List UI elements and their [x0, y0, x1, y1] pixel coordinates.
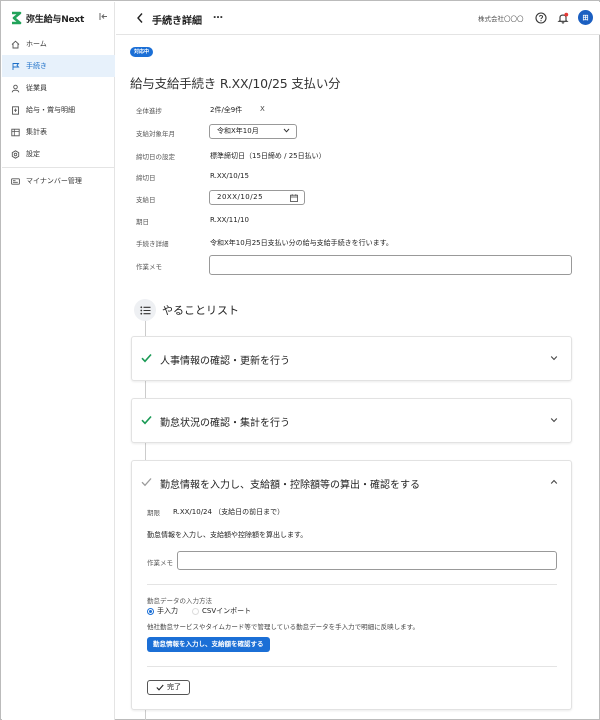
avatar[interactable]: 田 [578, 10, 593, 25]
todo-card-expanded: 勤怠情報を入力し、支給額・控除額等の算出・確認をする 期限 R.XX/10/24… [131, 460, 572, 710]
calendar-icon[interactable] [290, 194, 298, 202]
person-icon [10, 83, 20, 93]
closing-setting-label: 締切日の設定 [136, 153, 175, 161]
target-month-value: 令和X年10月 [217, 127, 259, 135]
total-progress-label: 全体進捗 [136, 107, 162, 115]
closing-date-value: R.XX/10/15 [210, 172, 249, 180]
due-date-label: 期日 [136, 218, 149, 226]
sidebar-item-employees[interactable]: 従業員 [2, 77, 115, 99]
sidebar-item-reports[interactable]: 集計表 [2, 121, 115, 143]
brand-logo-icon [12, 11, 22, 25]
target-month-label: 支給対象年月 [136, 130, 175, 138]
todo-heading: やることリスト [162, 304, 239, 317]
sidebar-item-settings[interactable]: 設定 [2, 143, 115, 165]
closing-date-label: 締切日 [136, 174, 156, 182]
work-memo-input[interactable] [209, 255, 572, 275]
sidebar-item-label: 集計表 [26, 128, 47, 136]
todo-card[interactable]: 勤怠状況の確認・集計を行う [131, 398, 572, 443]
radio-manual[interactable] [147, 607, 154, 615]
due-date-value: R.XX/11/10 [210, 216, 249, 224]
sidebar-item-label: 給与・賞与明細 [26, 106, 75, 114]
todo-card-title: 人事情報の確認・更新を行う [160, 356, 290, 367]
todo-card-header[interactable]: 勤怠情報を入力し、支給額・控除額等の算出・確認をする [132, 461, 571, 505]
pay-date-label: 支給日 [136, 196, 156, 204]
sidebar-item-home[interactable]: ホーム [2, 33, 115, 55]
target-month-select[interactable]: 令和X年10月 [209, 124, 297, 139]
task-memo-input[interactable] [177, 551, 557, 570]
radio-manual-label[interactable]: 手入力 [157, 606, 178, 616]
main-content: 対応中 給与支給手続き R.XX/10/25 支払い分 全体進捗 2件/全9件 … [116, 36, 600, 720]
check-icon [141, 478, 152, 487]
brand[interactable]: 弥生給与Next [10, 10, 84, 26]
help-icon[interactable] [534, 11, 548, 25]
deadline-value: R.XX/10/24 （支給日の前日まで） [173, 508, 285, 516]
sidebar-item-label: 手続き [26, 62, 47, 70]
top-header: 手続き詳細 … 株式会社〇〇〇 田 [116, 2, 600, 35]
chevron-left-icon [137, 13, 143, 23]
app-window: 弥生給与Next ホーム 手続き 従業員 給与・賞与明細 集計表 設定 マイナン… [0, 0, 600, 720]
sidebar-item-label: 従業員 [26, 84, 47, 92]
input-note: 他社勤怠サービスやタイムカード等で管理している勤怠データを手入力で明細に反映しま… [147, 623, 420, 631]
todo-card-header[interactable]: 勤怠状況の確認・集計を行う [132, 399, 571, 443]
page-title: 手続き詳細 [152, 16, 202, 27]
table-icon [10, 127, 20, 137]
id-card-icon [10, 176, 20, 186]
sidebar: 弥生給与Next ホーム 手続き 従業員 給与・賞与明細 集計表 設定 マイナン… [2, 2, 115, 720]
back-button[interactable] [134, 11, 146, 25]
chevron-down-icon [283, 125, 290, 138]
check-icon [141, 353, 152, 363]
panel-collapse-icon[interactable] [98, 12, 108, 22]
status-badge: 対応中 [130, 47, 154, 57]
todo-card[interactable]: 人事情報の確認・更新を行う [131, 336, 572, 381]
sidebar-item-mynumber[interactable]: マイナンバー管理 [2, 170, 115, 192]
pay-date-input[interactable]: 20XX/10/25 [209, 190, 305, 205]
procedure-detail-value: 令和X年10月25日支払い分の給与支給手続きを行います。 [210, 239, 393, 247]
chevron-up-icon[interactable] [550, 478, 558, 486]
closing-setting-value: 標準締切日（15日締め / 25日払い） [210, 152, 326, 160]
sidebar-divider [2, 167, 115, 168]
sidebar-item-label: マイナンバー管理 [26, 177, 82, 185]
radio-csv[interactable] [192, 607, 199, 615]
list-icon [134, 299, 156, 321]
task-memo-label: 作業メモ [147, 559, 173, 567]
more-menu-button[interactable]: … [213, 10, 224, 21]
chevron-down-icon[interactable] [550, 416, 558, 424]
progress-extra: X [260, 105, 265, 113]
input-method-radio-group: 手入力 CSVインポート [147, 606, 251, 616]
procedure-title: 給与支給手続き R.XX/10/25 支払い分 [130, 76, 341, 91]
radio-csv-label[interactable]: CSVインポート [202, 606, 251, 616]
home-icon [10, 39, 20, 49]
divider [147, 666, 557, 667]
sidebar-item-procedures[interactable]: 手続き [2, 55, 115, 77]
flag-icon [10, 61, 20, 71]
sidebar-item-label: 設定 [26, 150, 40, 158]
todo-card-title: 勤怠状況の確認・集計を行う [160, 418, 290, 429]
check-icon [141, 415, 152, 425]
todo-card-header[interactable]: 人事情報の確認・更新を行う [132, 337, 571, 381]
divider [147, 584, 557, 585]
deadline-label: 期限 [147, 509, 160, 517]
task-description: 勤怠情報を入力し、支給額や控除額を算出します。 [147, 531, 308, 539]
gear-icon [10, 149, 20, 159]
procedure-detail-label: 手続き詳細 [136, 240, 169, 248]
brand-name: 弥生給与Next [26, 14, 85, 25]
sidebar-nav: ホーム 手続き 従業員 給与・賞与明細 集計表 設定 マイナンバー管理 [2, 33, 115, 192]
bell-icon[interactable] [556, 11, 570, 25]
sidebar-item-label: ホーム [26, 40, 47, 48]
document-icon [10, 105, 20, 115]
complete-button-label: 完了 [167, 683, 181, 691]
company-name[interactable]: 株式会社〇〇〇 [478, 13, 524, 23]
enter-attendance-button[interactable]: 勤怠情報を入力し、支給額を確認する [147, 637, 270, 652]
complete-button[interactable]: 完了 [147, 680, 190, 695]
check-icon [156, 684, 164, 691]
total-progress-value: 2件/全9件 [210, 106, 243, 114]
sidebar-item-payslips[interactable]: 給与・賞与明細 [2, 99, 115, 121]
chevron-down-icon[interactable] [550, 354, 558, 362]
todo-card-title: 勤怠情報を入力し、支給額・控除額等の算出・確認をする [160, 480, 420, 491]
input-method-label: 勤怠データの入力方法 [147, 597, 212, 605]
pay-date-value: 20XX/10/25 [217, 193, 264, 201]
work-memo-label: 作業メモ [136, 263, 162, 271]
